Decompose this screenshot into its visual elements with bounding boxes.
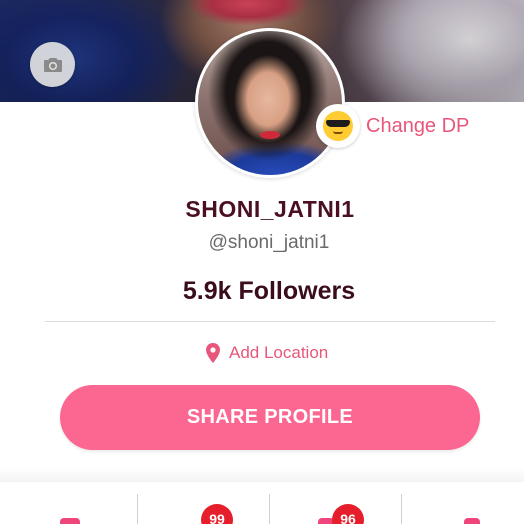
change-dp-button[interactable]: Change DP <box>316 104 469 148</box>
profile-avatar[interactable] <box>195 28 345 178</box>
sunglasses-emoji-icon <box>323 111 353 141</box>
notification-badge: 99 <box>201 504 233 524</box>
tab-second[interactable]: 99 <box>138 482 269 524</box>
user-handle: @shoni_jatni1 <box>208 232 330 253</box>
tab-posts-icon <box>60 518 80 524</box>
followers-count[interactable]: 5.9k Followers <box>0 277 524 306</box>
add-location-link[interactable]: Add Location <box>205 343 328 363</box>
add-location-label: Add Location <box>229 343 329 362</box>
tab-third[interactable]: 96 <box>270 482 401 524</box>
profile-tab-bar: 99 96 <box>0 482 524 524</box>
avatar-detail <box>260 131 280 139</box>
share-profile-button[interactable]: SHARE PROFILE <box>60 385 480 450</box>
location-pin-icon <box>206 343 220 363</box>
change-dp-label: Change DP <box>366 114 470 137</box>
tab-fourth-icon <box>464 518 480 524</box>
display-name: SHONI_JATNI1 <box>185 196 355 222</box>
tab-fourth[interactable] <box>402 482 524 524</box>
camera-icon <box>43 57 62 72</box>
divider <box>45 321 495 322</box>
tab-posts[interactable] <box>0 482 137 524</box>
change-cover-button[interactable] <box>30 42 75 87</box>
emoji-bubble <box>316 104 360 148</box>
tabs-shadow <box>0 468 524 482</box>
notification-badge: 96 <box>332 504 364 524</box>
